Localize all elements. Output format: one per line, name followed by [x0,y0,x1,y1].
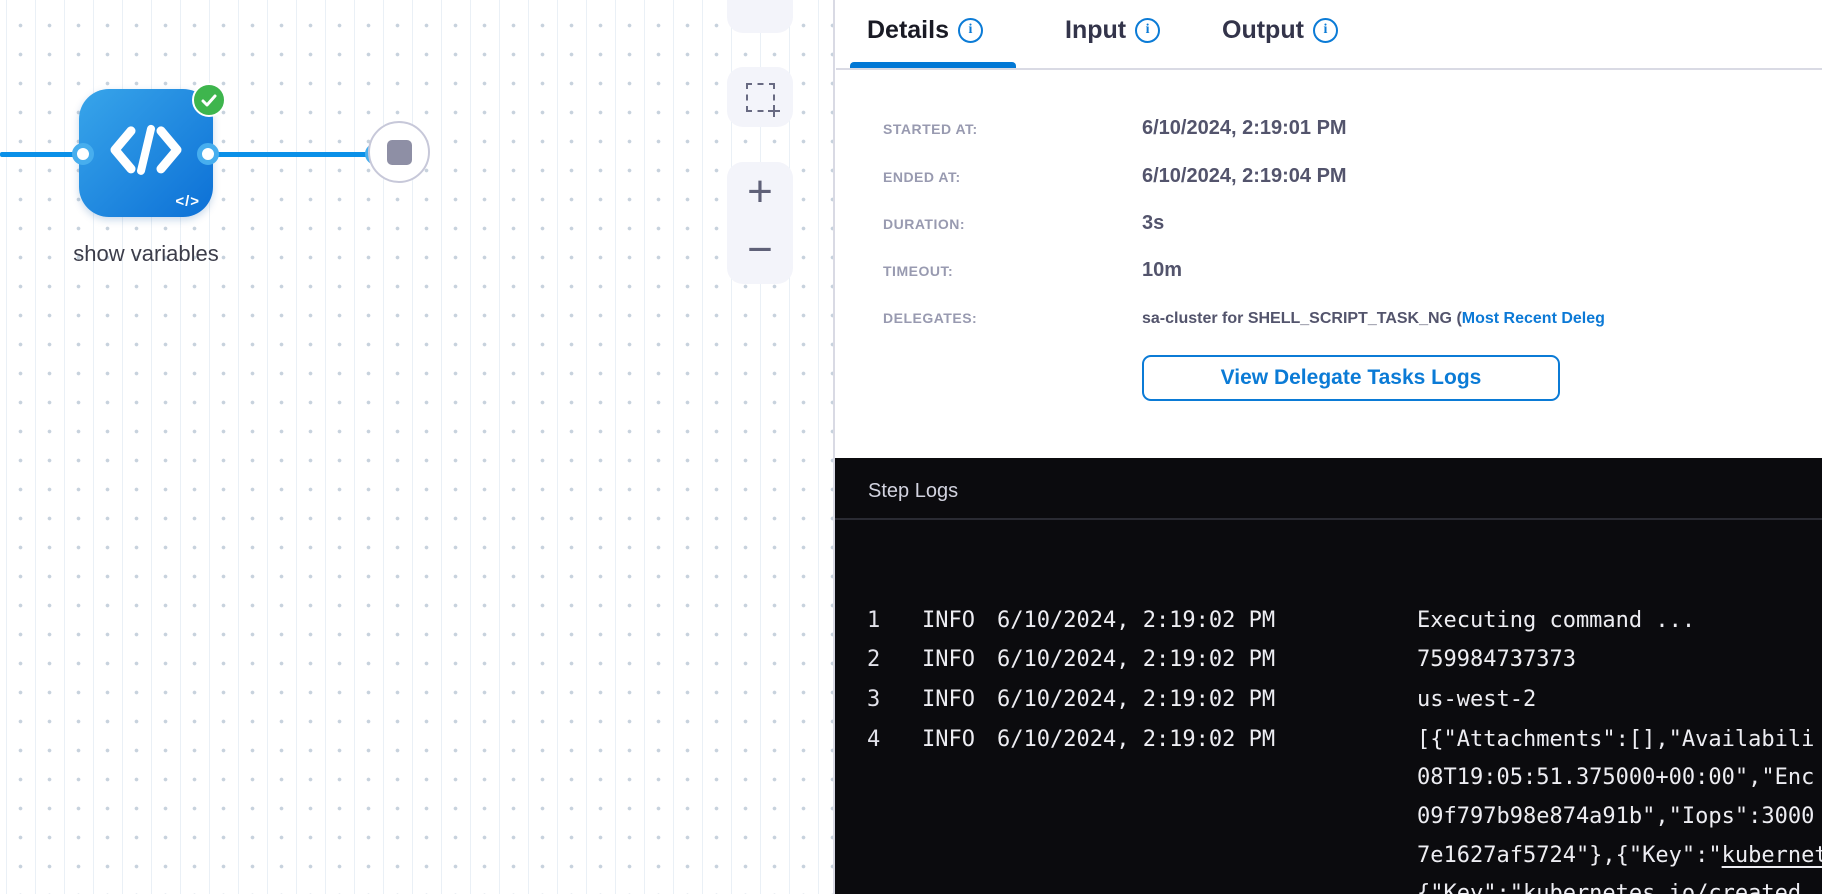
log-line: 08T19:05:51.375000+00:00","Enc [835,765,1822,795]
log-level: INFO [922,687,975,712]
tab-output[interactable]: Output i [1222,13,1338,47]
log-link[interactable]: kubernet [1722,843,1822,868]
tab-output-label: Output [1222,16,1304,45]
view-delegate-tasks-logs-button[interactable]: View Delegate Tasks Logs [1142,355,1560,401]
log-message: [{"Attachments":[],"Availabili [1417,727,1814,752]
detail-row-ended: ENDED AT: 6/10/2024, 2:19:04 PM [883,165,1347,188]
pipeline-canvas[interactable]: </> show variables + − [0,0,835,894]
code-icon [108,124,184,176]
step-logs-title: Step Logs [868,480,958,503]
log-line: {"Key":"kubernetes.io/created [835,881,1822,894]
info-icon[interactable]: i [1135,18,1160,43]
detail-row-duration: DURATION: 3s [883,212,1164,235]
log-line-number: 3 [867,687,880,712]
tab-input-label: Input [1065,16,1126,45]
log-text: 7e1627af5724"},{"Key":" [1417,843,1722,868]
log-text: [{"Attachments":[],"Availabili [1417,727,1814,752]
log-timestamp: 6/10/2024, 2:19:02 PM [997,608,1275,633]
zoom-controls: + − [727,162,793,284]
step-details-panel: Details i Input i Output i STARTED AT: 6… [836,0,1822,458]
log-text: {"Key":"kubernetes.io/created [1417,881,1801,894]
log-line-number: 1 [867,608,880,633]
shell-script-mini-icon: </> [175,193,200,210]
log-timestamp: 6/10/2024, 2:19:02 PM [997,687,1275,712]
edge-line-to-end [215,152,368,157]
detail-value: 10m [1142,259,1182,282]
step-node-label: show variables [26,241,266,267]
pipeline-end-node[interactable] [368,121,430,183]
log-text: 759984737373 [1417,647,1576,672]
detail-label: DURATION: [883,216,1142,232]
tab-details[interactable]: Details i [867,13,983,47]
detail-label: DELEGATES: [883,310,1142,326]
log-text: 09f797b98e874a91b","Iops":3000 [1417,804,1814,829]
tabs-bottom-border [836,68,1822,70]
log-message: us-west-2 [1417,687,1536,712]
info-icon[interactable]: i [958,18,983,43]
log-level: INFO [922,608,975,633]
detail-row-delegates: DELEGATES: sa-cluster for SHELL_SCRIPT_T… [883,310,1605,328]
detail-value: 6/10/2024, 2:19:04 PM [1142,165,1347,188]
detail-label: STARTED AT: [883,121,1142,137]
marquee-select-button[interactable] [727,67,793,127]
zoom-in-button[interactable]: + [727,170,793,214]
stop-icon [387,140,412,165]
detail-label: ENDED AT: [883,169,1142,185]
fit-view-button[interactable] [727,0,793,33]
zoom-out-button[interactable]: − [727,228,793,272]
node-port-out [197,143,219,165]
log-timestamp: 6/10/2024, 2:19:02 PM [997,647,1275,672]
log-message: 759984737373 [1417,647,1576,672]
logs-header-divider [835,518,1822,520]
detail-label: TIMEOUT: [883,263,1142,279]
detail-row-started: STARTED AT: 6/10/2024, 2:19:01 PM [883,117,1347,140]
log-level: INFO [922,727,975,752]
step-logs-panel[interactable]: Step Logs 1 INFO 6/10/2024, 2:19:02 PM Exec… [835,458,1822,894]
log-line: 7e1627af5724"},{"Key":"kubernet [835,843,1822,873]
log-message: {"Key":"kubernetes.io/created [1417,881,1801,894]
log-timestamp: 6/10/2024, 2:19:02 PM [997,727,1275,752]
log-line: 3 INFO 6/10/2024, 2:19:02 PM us-west-2 [835,687,1822,717]
marquee-select-icon [746,83,775,112]
log-line: 4 INFO 6/10/2024, 2:19:02 PM [{"Attachments… [835,727,1822,757]
log-message: 08T19:05:51.375000+00:00","Enc [1417,765,1814,790]
log-message: 09f797b98e874a91b","Iops":3000 [1417,804,1814,829]
log-line: 2 INFO 6/10/2024, 2:19:02 PM 759984737373 [835,647,1822,677]
step-node-show-variables[interactable]: </> [79,89,213,217]
log-message: 7e1627af5724"},{"Key":"kubernet [1417,843,1822,868]
node-port-in [72,143,94,165]
detail-value: 3s [1142,212,1164,235]
log-line-number: 2 [867,647,880,672]
detail-row-timeout: TIMEOUT: 10m [883,259,1182,282]
success-badge-icon [192,83,226,117]
log-line: 1 INFO 6/10/2024, 2:19:02 PM Executing comm… [835,608,1822,638]
most-recent-delegate-link[interactable]: Most Recent Deleg [1462,310,1605,328]
log-message: Executing command ... [1417,608,1695,633]
log-text: us-west-2 [1417,687,1536,712]
delegates-value: sa-cluster for SHELL_SCRIPT_TASK_NG ( [1142,310,1462,328]
tab-details-label: Details [867,16,949,45]
log-level: INFO [922,647,975,672]
log-line: 09f797b98e874a91b","Iops":3000 [835,804,1822,834]
edge-line-incoming [0,152,77,157]
log-text: Executing command ... [1417,608,1695,633]
tab-input[interactable]: Input i [1065,13,1160,47]
log-line-number: 4 [867,727,880,752]
log-text: 08T19:05:51.375000+00:00","Enc [1417,765,1814,790]
detail-value: 6/10/2024, 2:19:01 PM [1142,117,1347,140]
info-icon[interactable]: i [1313,18,1338,43]
